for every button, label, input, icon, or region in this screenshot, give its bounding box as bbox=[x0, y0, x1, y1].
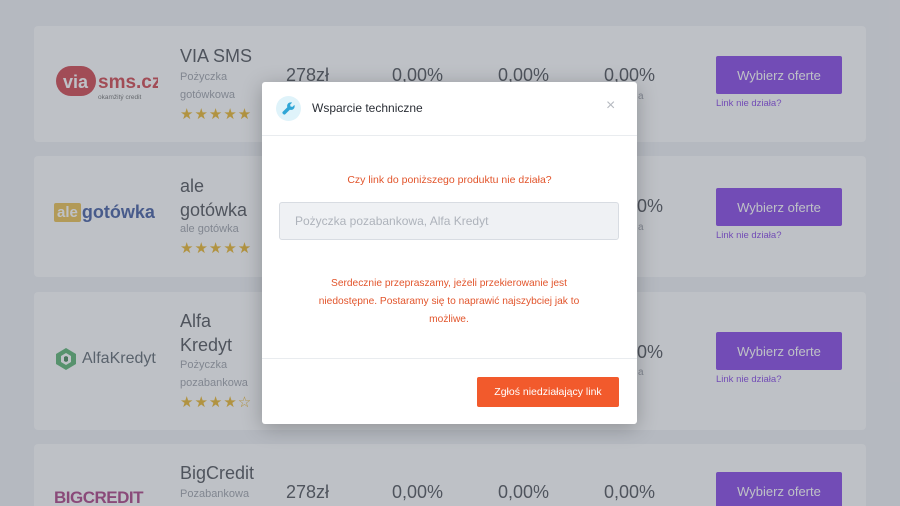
modal-title: Wsparcie techniczne bbox=[312, 101, 423, 115]
modal-message: Serdecznie przepraszamy, jeżeli przekier… bbox=[318, 278, 580, 325]
product-input[interactable] bbox=[279, 202, 619, 240]
report-broken-link-button[interactable]: Zgłoś niedziałający link bbox=[477, 377, 619, 407]
modal-question: Czy link do poniższego produktu nie dzia… bbox=[347, 174, 552, 186]
wrench-icon-graphic bbox=[282, 102, 295, 115]
close-icon[interactable]: × bbox=[606, 97, 615, 115]
modal-footer: Zgłoś niedziałający link bbox=[262, 358, 637, 424]
wrench-icon bbox=[276, 96, 301, 121]
modal-header: Wsparcie techniczne × bbox=[262, 82, 637, 136]
support-modal: Wsparcie techniczne × Czy link do poniżs… bbox=[262, 82, 637, 424]
